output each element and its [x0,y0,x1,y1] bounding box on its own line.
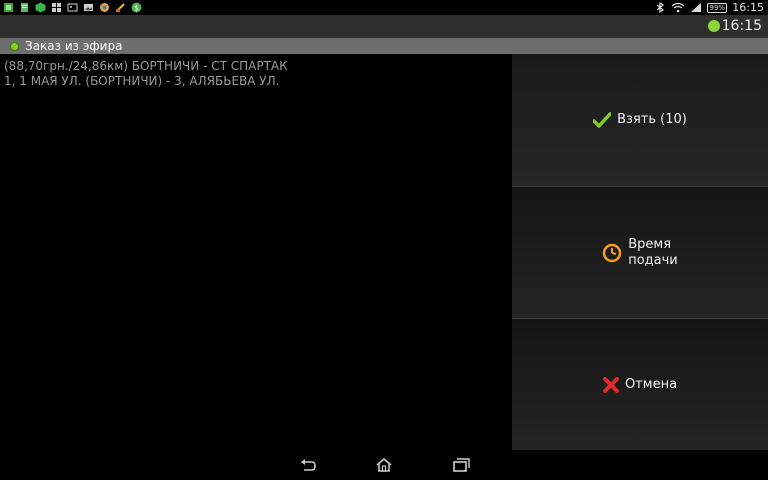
action-bar-clock: 16:15 [721,18,762,34]
cancel-button[interactable]: Отмена [512,318,768,450]
back-icon[interactable] [298,456,318,474]
action-bar: 16:15 [0,15,768,38]
cancel-label: Отмена [624,376,678,392]
wifi-icon [671,2,685,13]
status-dot-icon [10,41,19,51]
take-order-label: Взять (10) [617,112,687,127]
svg-text:$: $ [134,4,139,13]
order-price-route: (88,70грн./24,86км) БОРТНИЧИ - СТ СПАРТА… [4,59,288,73]
notification-gallery-icon [67,3,78,12]
order-addresses: 1, 1 МАЯ УЛ. (БОРТНИЧИ) - 3, АЛЯБЬЕВА УЛ… [4,74,280,88]
signal-icon [691,3,702,12]
pickup-time-label: Время подачи [628,237,678,269]
notification-browser-icon [100,3,109,12]
notification-icons: $ [3,1,142,14]
order-details: (88,70грн./24,86км) БОРТНИЧИ - СТ СПАРТА… [4,59,508,89]
notification-dollar-icon: $ [131,2,142,13]
bluetooth-icon [656,2,665,13]
pickup-time-button[interactable]: Время подачи [512,186,768,318]
notification-image-icon [84,4,93,11]
notification-grid-icon [52,3,61,12]
home-icon[interactable] [374,456,394,474]
notification-app-icon [4,3,13,12]
notification-app-icon [21,3,28,12]
pickup-time-label-line2: подачи [628,252,678,268]
status-bar: $ 99% 16:15 [0,0,768,15]
online-status-icon [708,20,720,32]
take-order-button[interactable]: Взять (10) [512,54,768,186]
page-title: Заказ из эфира [25,39,123,53]
pickup-time-label-line1: Время [628,236,672,252]
navigation-bar [0,450,768,480]
notification-app-icon [35,2,46,13]
recent-apps-icon[interactable] [451,456,471,474]
clock-icon [602,243,622,262]
checkmark-icon [593,112,612,128]
system-status: 99% 16:15 [654,0,764,15]
title-bar: Заказ из эфира [0,38,768,54]
notification-broom-icon [116,3,125,12]
battery-indicator: 99% [707,2,728,13]
status-time: 16:15 [732,1,764,14]
action-buttons: Взять (10) Время подачи Отмена [512,54,768,450]
cross-icon [602,376,619,393]
